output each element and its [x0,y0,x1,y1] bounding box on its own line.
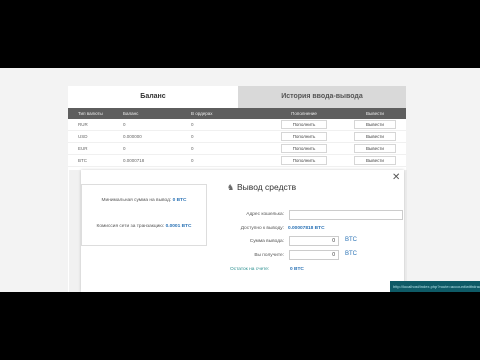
balance-after-label: Остаток на счете: [230,267,270,272]
cell-orders: 0 [191,134,194,139]
cell-balance: 0 [123,122,126,127]
cell-balance: 0.000000 [123,134,142,139]
deposit-button[interactable]: Пополнить [281,156,327,165]
min-withdraw-line: Минимальная сумма на вывод: 0 BTC [82,198,206,203]
amount-input[interactable]: 0 [289,236,339,246]
amount-unit: BTC [345,237,357,243]
receive-label: Вы получите: [254,253,284,258]
table-row: RUR 0 0 Пополнить Вывести [68,119,406,131]
status-url-bar: http://localhost/index.php?route=account… [390,281,480,292]
table-row: USD 0.000000 0 Пополнить Вывести [68,131,406,143]
header-orders: В ордерах [191,111,213,116]
table-header: Тип валюты Баланс В ордерах Пополнение В… [68,108,406,119]
deposit-button[interactable]: Пополнить [281,144,327,153]
withdraw-button[interactable]: Вывести [354,132,396,141]
balance-table: Тип валюты Баланс В ордерах Пополнение В… [68,108,406,167]
amount-label: Сумма вывода: [249,239,284,244]
header-balance: Баланс [123,111,139,116]
network-fee-line: Комиссия сети за транзакцию: 0.0001 BTC [82,224,206,229]
header-currency: Тип валюты [78,111,103,116]
network-fee-value: 0.0001 BTC [165,224,192,229]
min-withdraw-label: Минимальная сумма на вывод: [101,198,172,203]
modal-title: Вывод средств [237,182,297,192]
cell-balance: 0.0000718 [123,158,145,163]
wallet-icon: ♞ [227,183,235,192]
table-row: EUR 0 0 Пополнить Вывести [68,143,406,155]
withdraw-button[interactable]: Вывести [354,156,396,165]
min-withdraw-value: 0 BTC [172,198,187,203]
withdraw-info-box: Минимальная сумма на вывод: 0 BTC Комисс… [81,184,207,246]
balance-after-value: 0 BTC [290,267,304,272]
address-input[interactable] [289,210,403,220]
cell-currency: BTC [78,158,87,163]
cell-currency: USD [78,134,88,139]
withdraw-button[interactable]: Вывести [354,144,396,153]
tab-bar: Баланс История ввода-вывода [68,86,406,108]
tab-history[interactable]: История ввода-вывода [238,86,406,108]
cell-currency: RUR [78,122,88,127]
withdraw-button[interactable]: Вывести [354,120,396,129]
deposit-button[interactable]: Пополнить [281,132,327,141]
withdraw-modal: Минимальная сумма на вывод: 0 BTC Комисс… [81,170,404,292]
address-label: Адрес кошелька: [246,212,284,217]
tab-balance[interactable]: Баланс [68,86,238,108]
cell-orders: 0 [191,158,194,163]
receive-unit: BTC [345,251,357,257]
close-icon[interactable]: ✕ [392,172,400,183]
cell-orders: 0 [191,146,194,151]
header-withdraw: Вывести [366,111,384,116]
receive-input[interactable]: 0 [289,250,339,260]
table-row: BTC 0.0000718 0 Пополнить Вывести [68,155,406,167]
cell-balance: 0 [123,146,126,151]
deposit-button[interactable]: Пополнить [281,120,327,129]
cell-currency: EUR [78,146,88,151]
network-fee-label: Комиссия сети за транзакцию: [96,224,165,229]
cell-orders: 0 [191,122,194,127]
available-value: 0.00007818 BTC [288,226,325,231]
available-label: Доступно к выводу: [240,226,284,231]
header-deposit: Пополнение [291,111,317,116]
